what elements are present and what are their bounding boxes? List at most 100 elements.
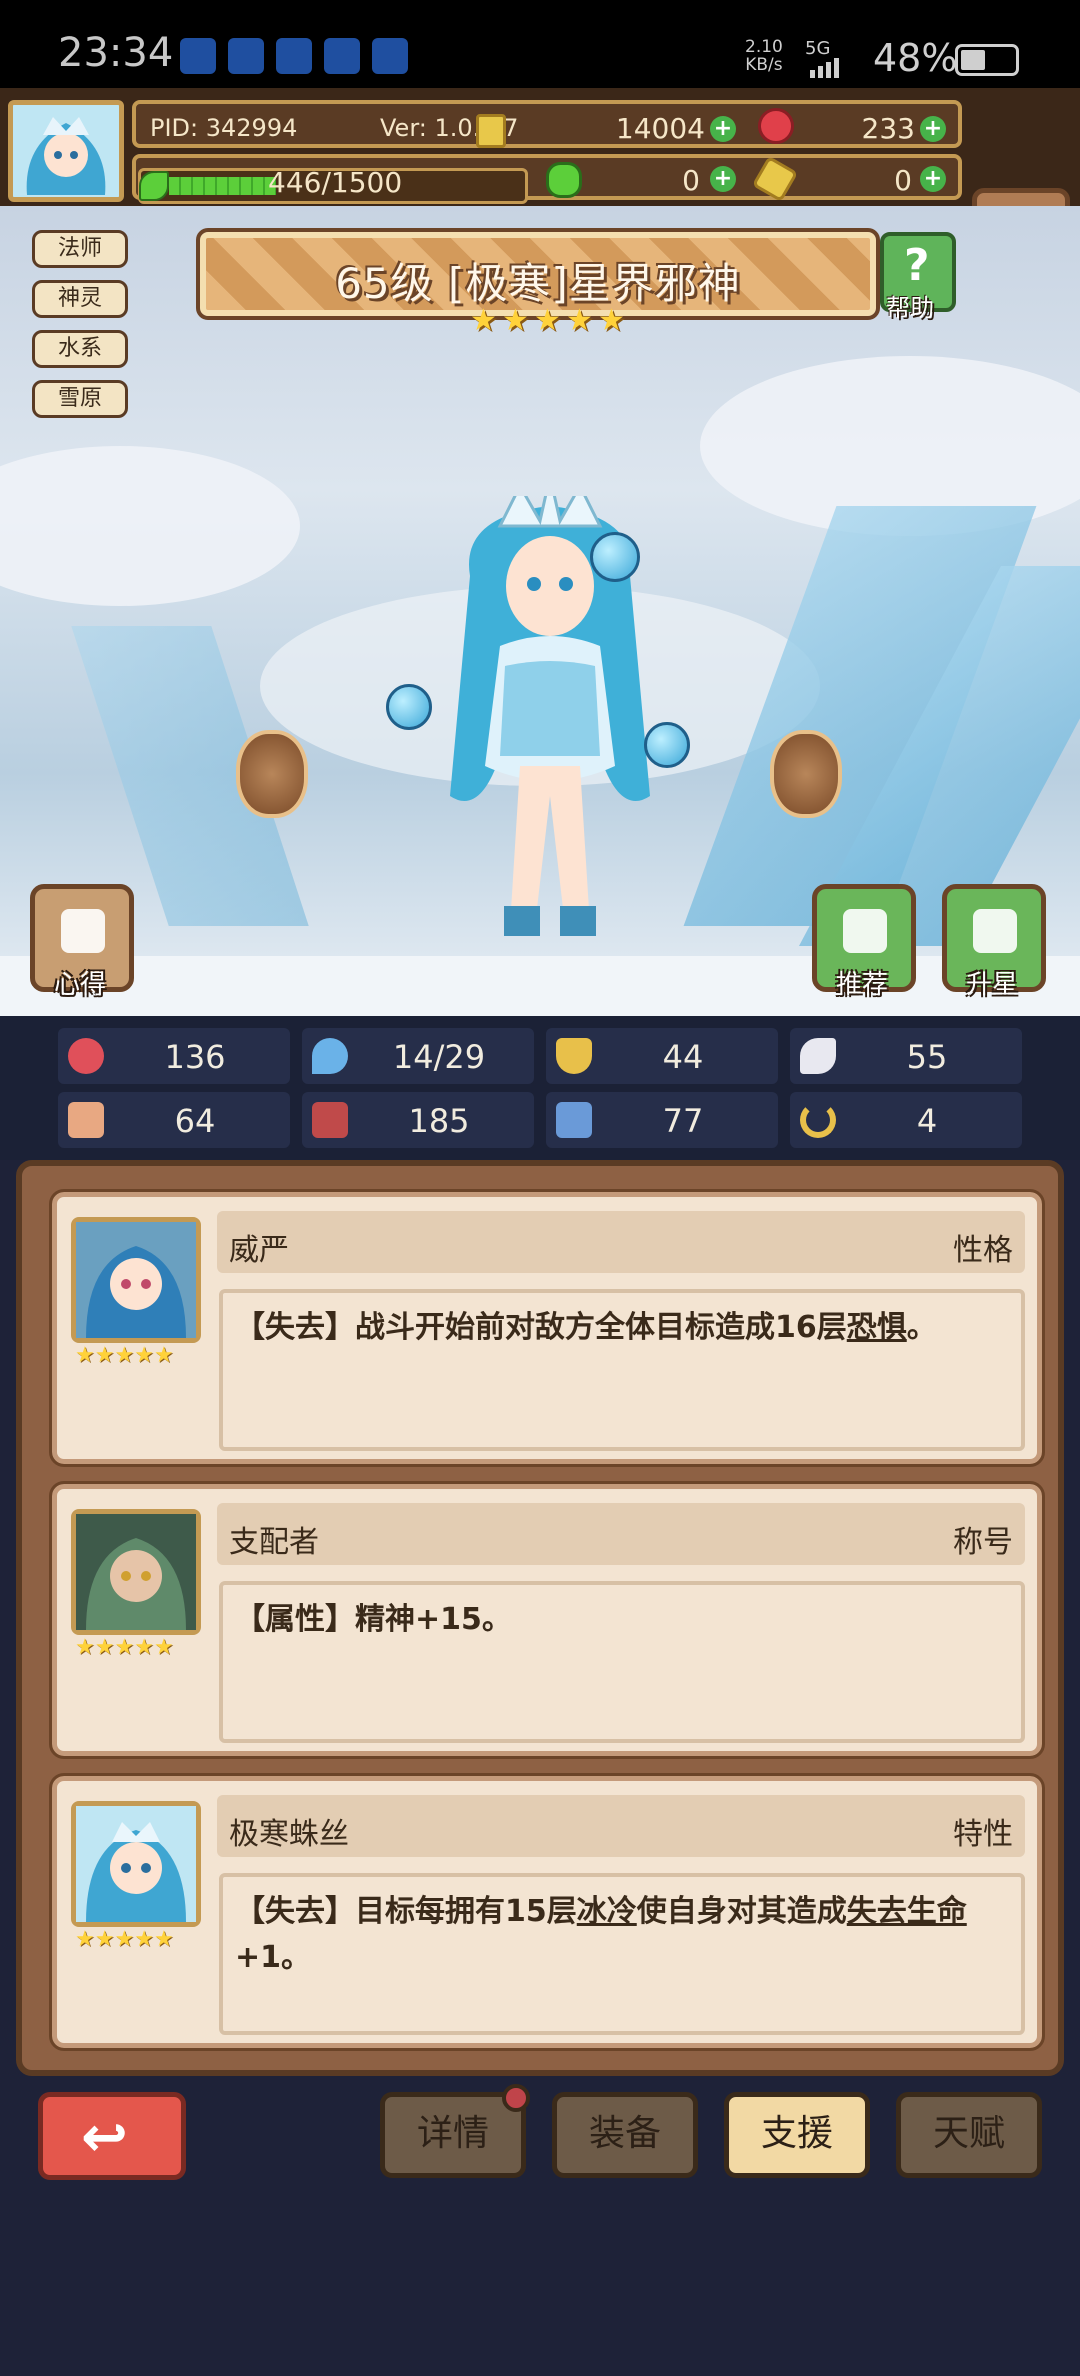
stat-mana: 14/29 [302,1028,534,1084]
keyword-link[interactable]: 恐惧 [847,1310,907,1345]
app-notification-icon [228,38,264,74]
stat-intellect: 185 [302,1092,534,1148]
add-gold-icon[interactable]: + [710,116,736,142]
keyword-link[interactable]: 失去生命 [847,1894,967,1929]
hero-stats: 136 14/29 44 55 64 185 77 4 [0,1016,1080,1160]
card-description: 【失去】战斗开始前对敌方全体目标造成16层恐惧。 [235,1305,1025,1351]
heart-icon [68,1038,104,1074]
back-button[interactable]: ↩ [38,2092,186,2180]
stat-value: 14/29 [392,1038,486,1076]
card-kind: 性格 [953,1233,1013,1268]
signal-icon [810,58,839,78]
player-avatar[interactable] [8,100,124,202]
add-keys-icon[interactable]: + [920,166,946,192]
notebook-icon [61,909,105,953]
star-icon: ★ [502,303,529,338]
book-icon [312,1102,348,1138]
desc-text: 【失去】战斗开始前对敌方全体目标造成16层 [235,1310,847,1345]
help-label: 帮助 [886,294,934,322]
tag-class: 法师 [32,230,128,268]
support-card-3[interactable]: ★ ★ ★ ★ ★ 极寒蛛丝 特性 【失去】目标每拥有15层冰冷使自身对其造成失去生命 +… [49,1773,1045,2051]
status-bar: 23:34 2.10 KB/s 5G 48% [0,0,1080,88]
right-orb-icon[interactable] [770,730,842,818]
clock: 23:34 [58,30,174,76]
portrait-stars: ★ ★ ★ ★ ★ [75,1927,174,1952]
shield-icon [556,1038,592,1074]
card-header [217,1211,1025,1273]
gem-icon [758,108,794,144]
key-amount: 0 [894,164,912,197]
leaf-icon [139,171,169,201]
player-id: PID: 342994 [150,114,298,142]
add-clover-icon[interactable]: + [710,166,736,192]
stat-strength: 64 [58,1092,290,1148]
stat-value: 136 [164,1038,226,1076]
tag-terrain: 雪原 [32,380,128,418]
notification-dot [502,2084,530,2112]
question-icon: ? [904,240,930,291]
ice-orb [386,684,432,730]
star-icon [973,909,1017,953]
star-icon: ★ [534,303,561,338]
stat-value: 77 [662,1102,704,1140]
hero-scene: 法师 神灵 水系 雪原 65级 [极寒]星界邪神 ★ ★ ★ ★ ★ ? 帮助 心得 推… [0,206,1080,1016]
support-panel: ★ ★ ★ ★ ★ 威严 性格 【失去】战斗开始前对敌方全体目标造成16层恐惧。 ★ ★ ★… [16,1160,1064,2076]
tab-equipment[interactable]: 装备 [552,2092,698,2178]
card-kind: 称号 [953,1525,1013,1560]
support-portrait [71,1509,201,1635]
stat-hp: 136 [58,1028,290,1084]
stat-value: 185 [408,1102,470,1140]
keyword-link[interactable]: 冰冷 [577,1894,637,1929]
star-up-label: 升星 [966,970,1019,1000]
clover-amount: 0 [682,164,700,197]
stat-value: 55 [906,1038,948,1076]
hero-title: 65级 [极寒]星界邪神 [335,259,741,308]
support-portrait [71,1801,201,1927]
tab-support[interactable]: 支援 [724,2092,870,2178]
stat-value: 44 [662,1038,704,1076]
card-header [217,1503,1025,1565]
app-notification-icon [324,38,360,74]
energy-value: 446/1500 [268,166,403,199]
stat-value: 64 [174,1102,216,1140]
thumbs-up-icon [843,909,887,953]
stat-value: 4 [916,1102,938,1140]
stat-agility: 55 [790,1028,1022,1084]
card-name: 威严 [229,1233,289,1268]
gem-amount: 233 [861,112,915,145]
cloud [0,446,300,606]
fist-icon [68,1102,104,1138]
add-gems-icon[interactable]: + [920,116,946,142]
card-name: 支配者 [229,1525,319,1560]
stat-speed: 77 [546,1092,778,1148]
gold-amount: 14004 [615,112,705,145]
tag-element: 水系 [32,330,128,368]
net-speed: 2.10 KB/s [745,38,783,74]
net-speed-unit: KB/s [745,55,783,75]
battery-percent: 48% [873,36,958,80]
wing-icon [800,1038,836,1074]
card-description: 【属性】精神+15。 [235,1597,1025,1643]
app-notification-icon [276,38,312,74]
notification-icons [180,38,408,74]
card-description: 【失去】目标每拥有15层冰冷使自身对其造成失去生命 +1。 [235,1889,1025,1981]
star-icon: ★ [566,303,593,338]
network-type: 5G [805,38,831,59]
horseshoe-icon [800,1102,836,1138]
left-orb-icon[interactable] [236,730,308,818]
star-icon: ★ [470,303,497,338]
support-card-1[interactable]: ★ ★ ★ ★ ★ 威严 性格 【失去】战斗开始前对敌方全体目标造成16层恐惧。 [49,1189,1045,1467]
desc-text: 。 [906,1310,937,1345]
water-drop-icon [312,1038,348,1074]
tab-talent[interactable]: 天赋 [896,2092,1042,2178]
app-notification-icon [180,38,216,74]
desc-text: 【失去】目标每拥有15层 [235,1894,577,1929]
star-icon: ★ [598,303,625,338]
desc-text: +1。 [235,1940,312,1975]
portrait-stars: ★ ★ ★ ★ ★ [75,1635,174,1660]
ice-orb [644,722,690,768]
support-card-2[interactable]: ★ ★ ★ ★ ★ 支配者 称号 【属性】精神+15。 [49,1481,1045,1759]
card-icon [476,114,506,148]
stat-defense: 44 [546,1028,778,1084]
energy-fill [169,177,276,195]
